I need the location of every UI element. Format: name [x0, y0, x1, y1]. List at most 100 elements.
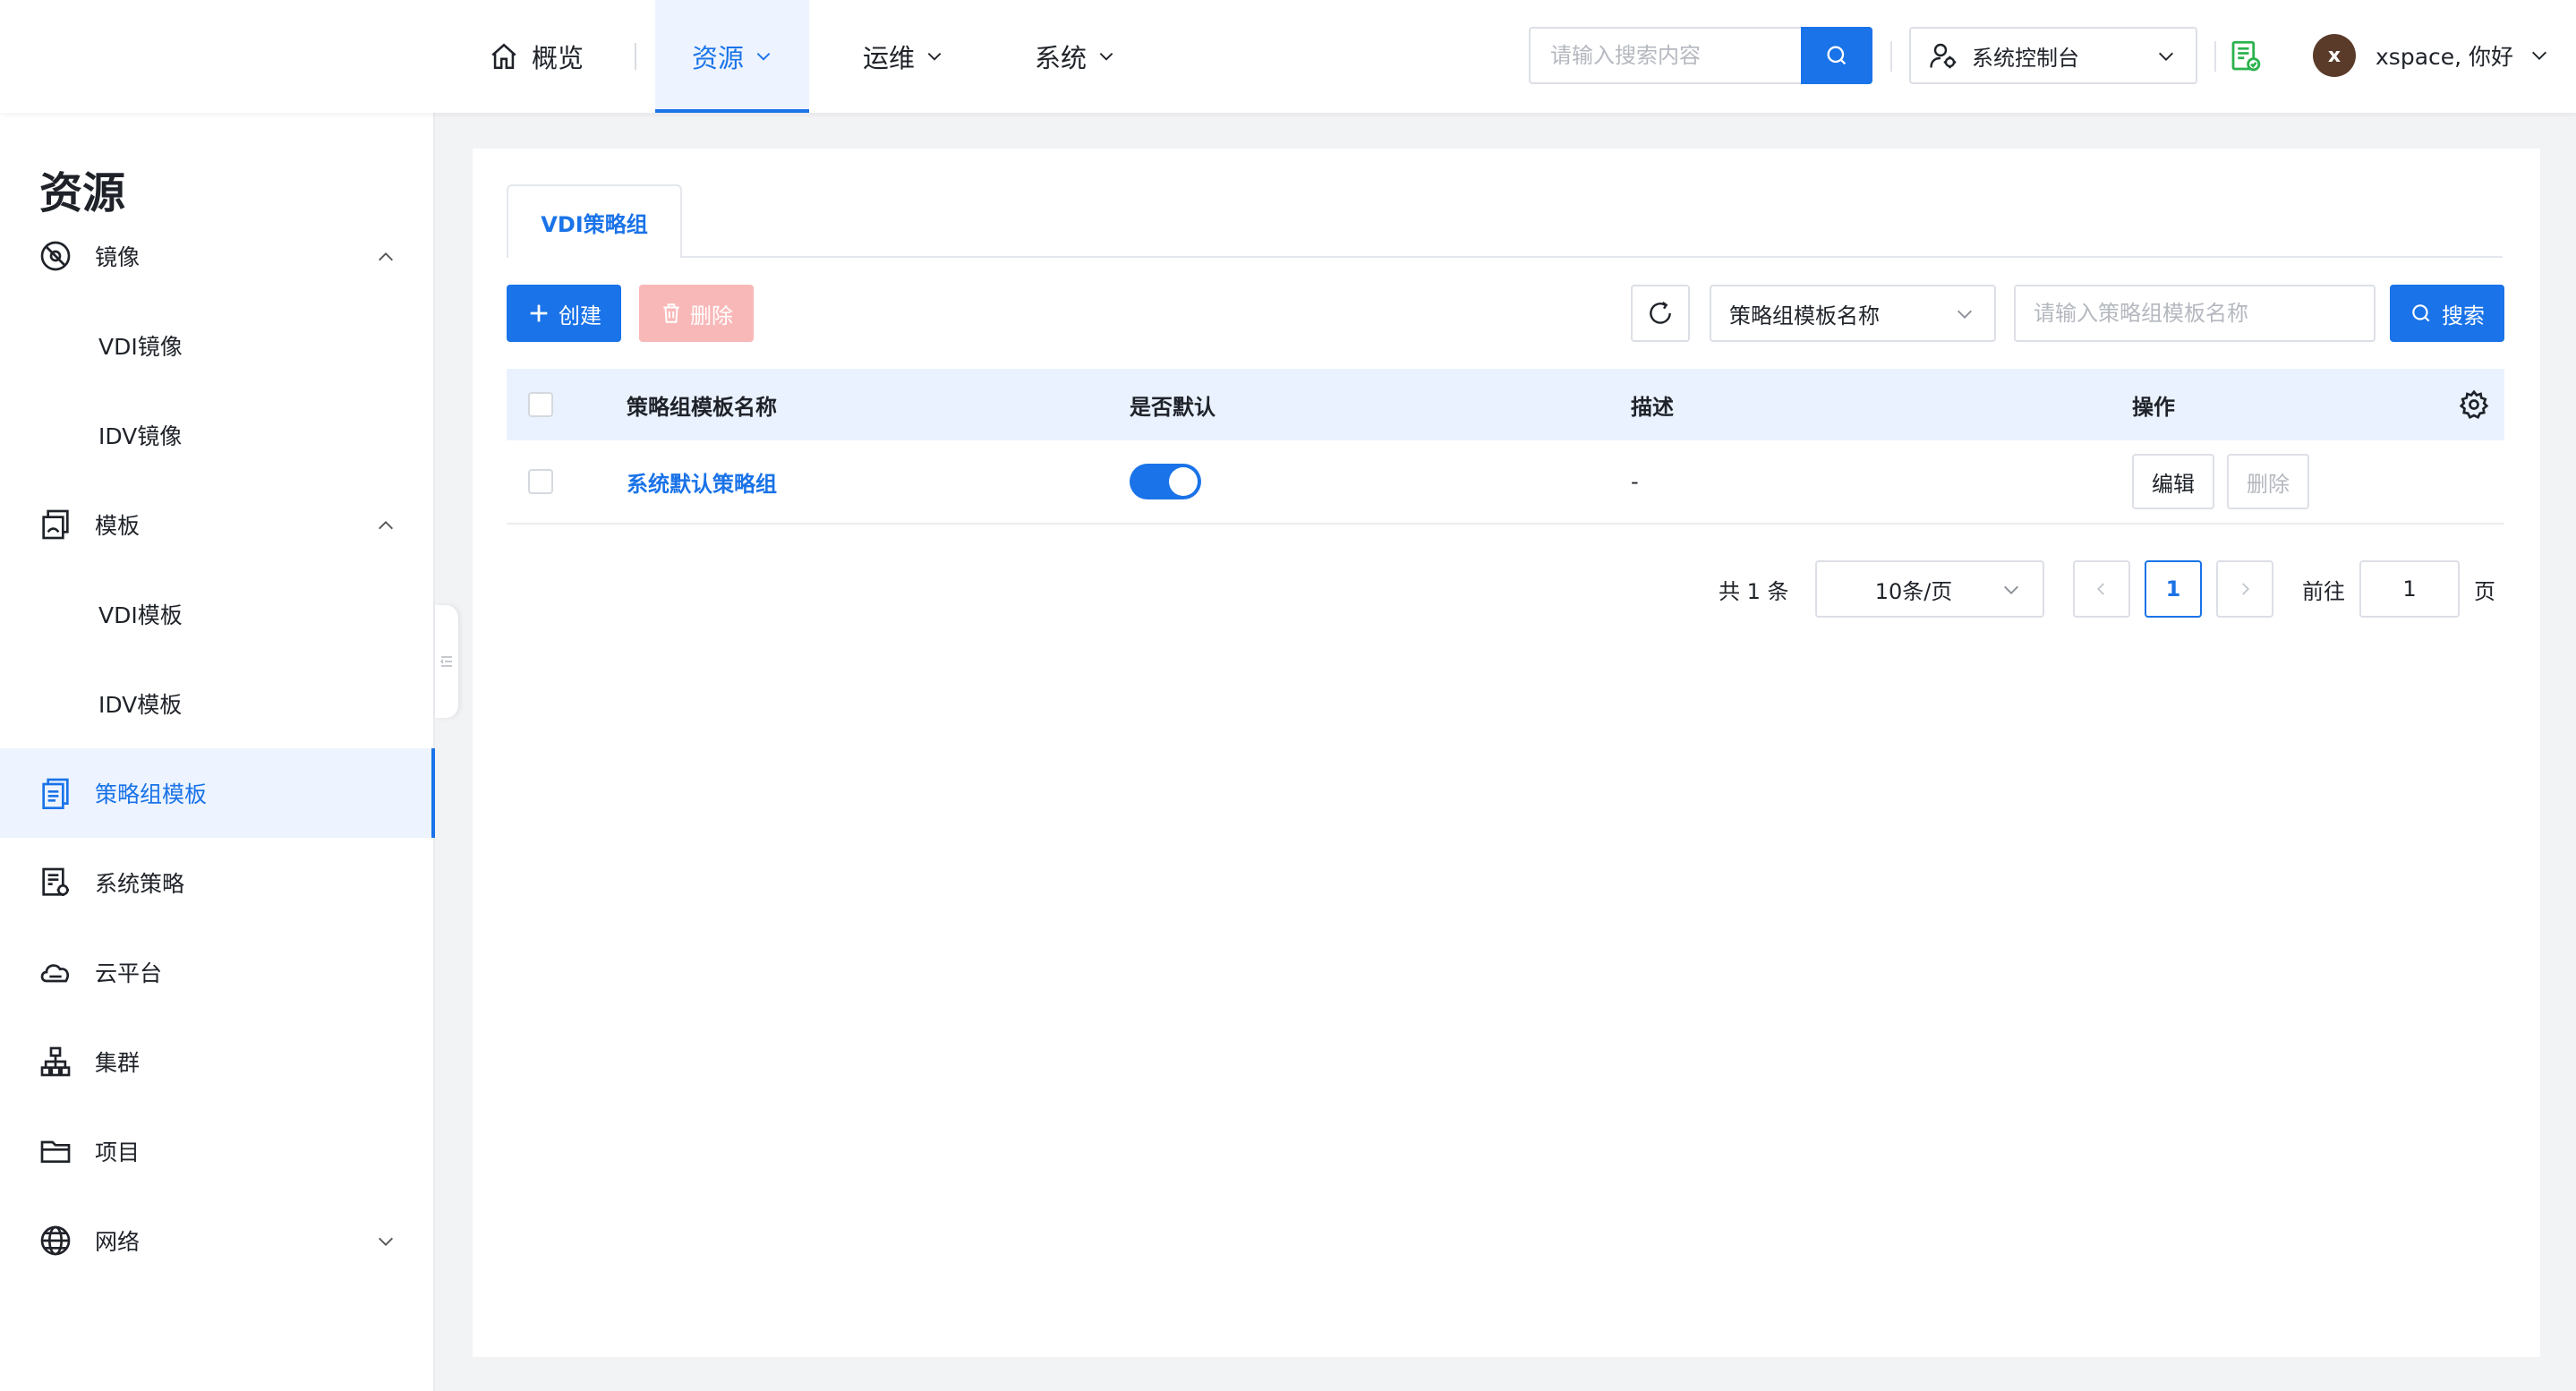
- home-icon: [491, 43, 516, 70]
- delete-button-label: 删除: [690, 303, 733, 329]
- nav-system[interactable]: 系统: [1035, 0, 1115, 113]
- avatar: x: [2313, 34, 2356, 77]
- sidebar-item-system-policy[interactable]: 系统策略: [0, 838, 433, 927]
- chevron-down-icon: [927, 53, 942, 61]
- nav-home[interactable]: 概览: [489, 0, 584, 113]
- globe-icon: [40, 1225, 71, 1256]
- goto-label: 前往: [2302, 578, 2345, 604]
- sidebar-item-vdi-template[interactable]: VDI模板: [0, 569, 433, 659]
- template-name-link[interactable]: 系统默认策略组: [627, 466, 777, 498]
- sidebar-item-network[interactable]: 网络: [0, 1196, 433, 1285]
- sidebar-item-template[interactable]: 模板: [0, 480, 433, 569]
- template-icon: [42, 509, 69, 540]
- chevron-down-icon: [379, 1237, 393, 1246]
- sidebar-item-policy-template[interactable]: 策略组模板: [0, 748, 435, 838]
- chevron-down-icon: [1958, 310, 1972, 319]
- column-settings-cell: [2458, 369, 2490, 440]
- table-header: 策略组模板名称 是否默认 描述 操作: [507, 369, 2504, 440]
- pagination-total: 共 1 条: [1719, 578, 1789, 604]
- sidebar-collapse-handle[interactable]: [435, 605, 458, 718]
- column-header[interactable]: 操作: [2132, 369, 2175, 440]
- table-row: 系统默认策略组 - 编辑 删除: [507, 440, 2504, 525]
- edit-button[interactable]: 编辑: [2132, 454, 2214, 509]
- sidebar-item-cloud[interactable]: 云平台: [0, 927, 433, 1017]
- description-cell: -: [1631, 469, 1639, 494]
- plus-icon: [530, 304, 548, 322]
- folder-icon: [40, 1140, 71, 1163]
- search-field-select[interactable]: 策略组模板名称: [1710, 285, 1996, 342]
- nav-ops-label: 运维: [863, 43, 916, 73]
- delete-button[interactable]: 删除: [639, 285, 754, 342]
- toolbar-divider: [1890, 41, 1892, 72]
- global-search-button[interactable]: [1801, 27, 1872, 84]
- gear-icon[interactable]: [2458, 388, 2490, 421]
- search-field-select-value: 策略组模板名称: [1729, 303, 1880, 329]
- sidebar-item-label: VDI模板: [98, 602, 183, 628]
- sidebar-item-label: IDV镜像: [98, 423, 183, 449]
- page-number-current[interactable]: 1: [2145, 560, 2202, 618]
- column-header[interactable]: 策略组模板名称: [627, 369, 777, 440]
- collapse-icon: [440, 656, 452, 667]
- prev-page-button[interactable]: [2073, 560, 2130, 618]
- chevron-down-icon: [756, 53, 771, 61]
- sidebar-item-label: 系统策略: [95, 871, 185, 897]
- global-search-input[interactable]: [1531, 29, 1799, 82]
- refresh-button[interactable]: [1631, 285, 1690, 342]
- sidebar-item-image[interactable]: 镜像: [0, 211, 433, 301]
- document-check-icon[interactable]: [2227, 38, 2265, 75]
- system-policy-icon: [42, 867, 69, 896]
- refresh-icon: [1650, 302, 1671, 324]
- sidebar-item-idv-image[interactable]: IDV镜像: [0, 390, 433, 480]
- sidebar-item-vdi-image[interactable]: VDI镜像: [0, 301, 433, 390]
- sidebar: 资源 镜像 VDI镜像 IDV镜像 模板 VDI模板 IDV模板 策略组模板 系…: [0, 113, 435, 1391]
- column-header[interactable]: 描述: [1631, 369, 1674, 440]
- global-search: [1529, 27, 1872, 84]
- row-delete-button[interactable]: 删除: [2227, 454, 2309, 509]
- default-toggle[interactable]: [1130, 464, 1201, 499]
- create-button[interactable]: 创建: [507, 285, 621, 342]
- nav-resources[interactable]: 资源: [655, 0, 809, 113]
- sidebar-item-cluster[interactable]: 集群: [0, 1017, 433, 1106]
- template-name-search: [2014, 285, 2376, 342]
- nav-divider: [635, 43, 636, 70]
- sidebar-item-label: 集群: [95, 1050, 141, 1076]
- nav-system-label: 系统: [1035, 43, 1088, 73]
- create-button-label: 创建: [559, 303, 601, 329]
- image-icon: [40, 241, 71, 271]
- search-button[interactable]: 搜索: [2390, 285, 2504, 342]
- top-navbar: 概览 资源 运维 系统 系统控制台 x xspace, 你好: [0, 0, 2576, 113]
- chevron-down-icon: [1099, 53, 1113, 61]
- row-checkbox[interactable]: [528, 469, 553, 494]
- tab-divider: [682, 256, 2503, 258]
- console-select-value: 系统控制台: [1972, 45, 2079, 71]
- goto-page-input[interactable]: 1: [2359, 560, 2460, 618]
- trash-icon: [663, 303, 679, 323]
- chevron-down-icon: [2004, 585, 2018, 594]
- next-page-button[interactable]: [2216, 560, 2273, 618]
- tab-vdi-policy-group[interactable]: VDI策略组: [507, 184, 682, 258]
- row-select-cell: [528, 440, 553, 523]
- page-size-value: 10条/页: [1874, 578, 1953, 604]
- sidebar-item-label: 镜像: [95, 244, 141, 270]
- nav-ops[interactable]: 运维: [863, 0, 943, 113]
- page-size-select[interactable]: 10条/页: [1815, 560, 2044, 618]
- cluster-icon: [40, 1046, 71, 1077]
- user-menu[interactable]: x xspace, 你好: [2313, 34, 2549, 77]
- column-header[interactable]: 是否默认: [1130, 369, 1215, 440]
- search-button-label: 搜索: [2442, 303, 2485, 329]
- sidebar-item-project[interactable]: 项目: [0, 1106, 433, 1196]
- sidebar-item-idv-template[interactable]: IDV模板: [0, 659, 433, 748]
- template-name-search-input[interactable]: [2016, 286, 2374, 340]
- nav-resources-label: 资源: [691, 43, 744, 73]
- select-all-cell: [528, 369, 553, 440]
- user-greeting: xspace, 你好: [2376, 44, 2514, 70]
- page-unit-label: 页: [2474, 578, 2495, 604]
- console-select[interactable]: 系统控制台: [1909, 27, 2197, 84]
- sidebar-item-label: 云平台: [95, 960, 163, 986]
- toolbar-divider: [2214, 41, 2216, 72]
- sidebar-item-label: 项目: [95, 1139, 141, 1165]
- search-icon: [1827, 46, 1847, 65]
- sidebar-item-label: 模板: [95, 513, 141, 539]
- select-all-checkbox[interactable]: [528, 392, 553, 417]
- sidebar-item-label: 策略组模板: [95, 781, 208, 807]
